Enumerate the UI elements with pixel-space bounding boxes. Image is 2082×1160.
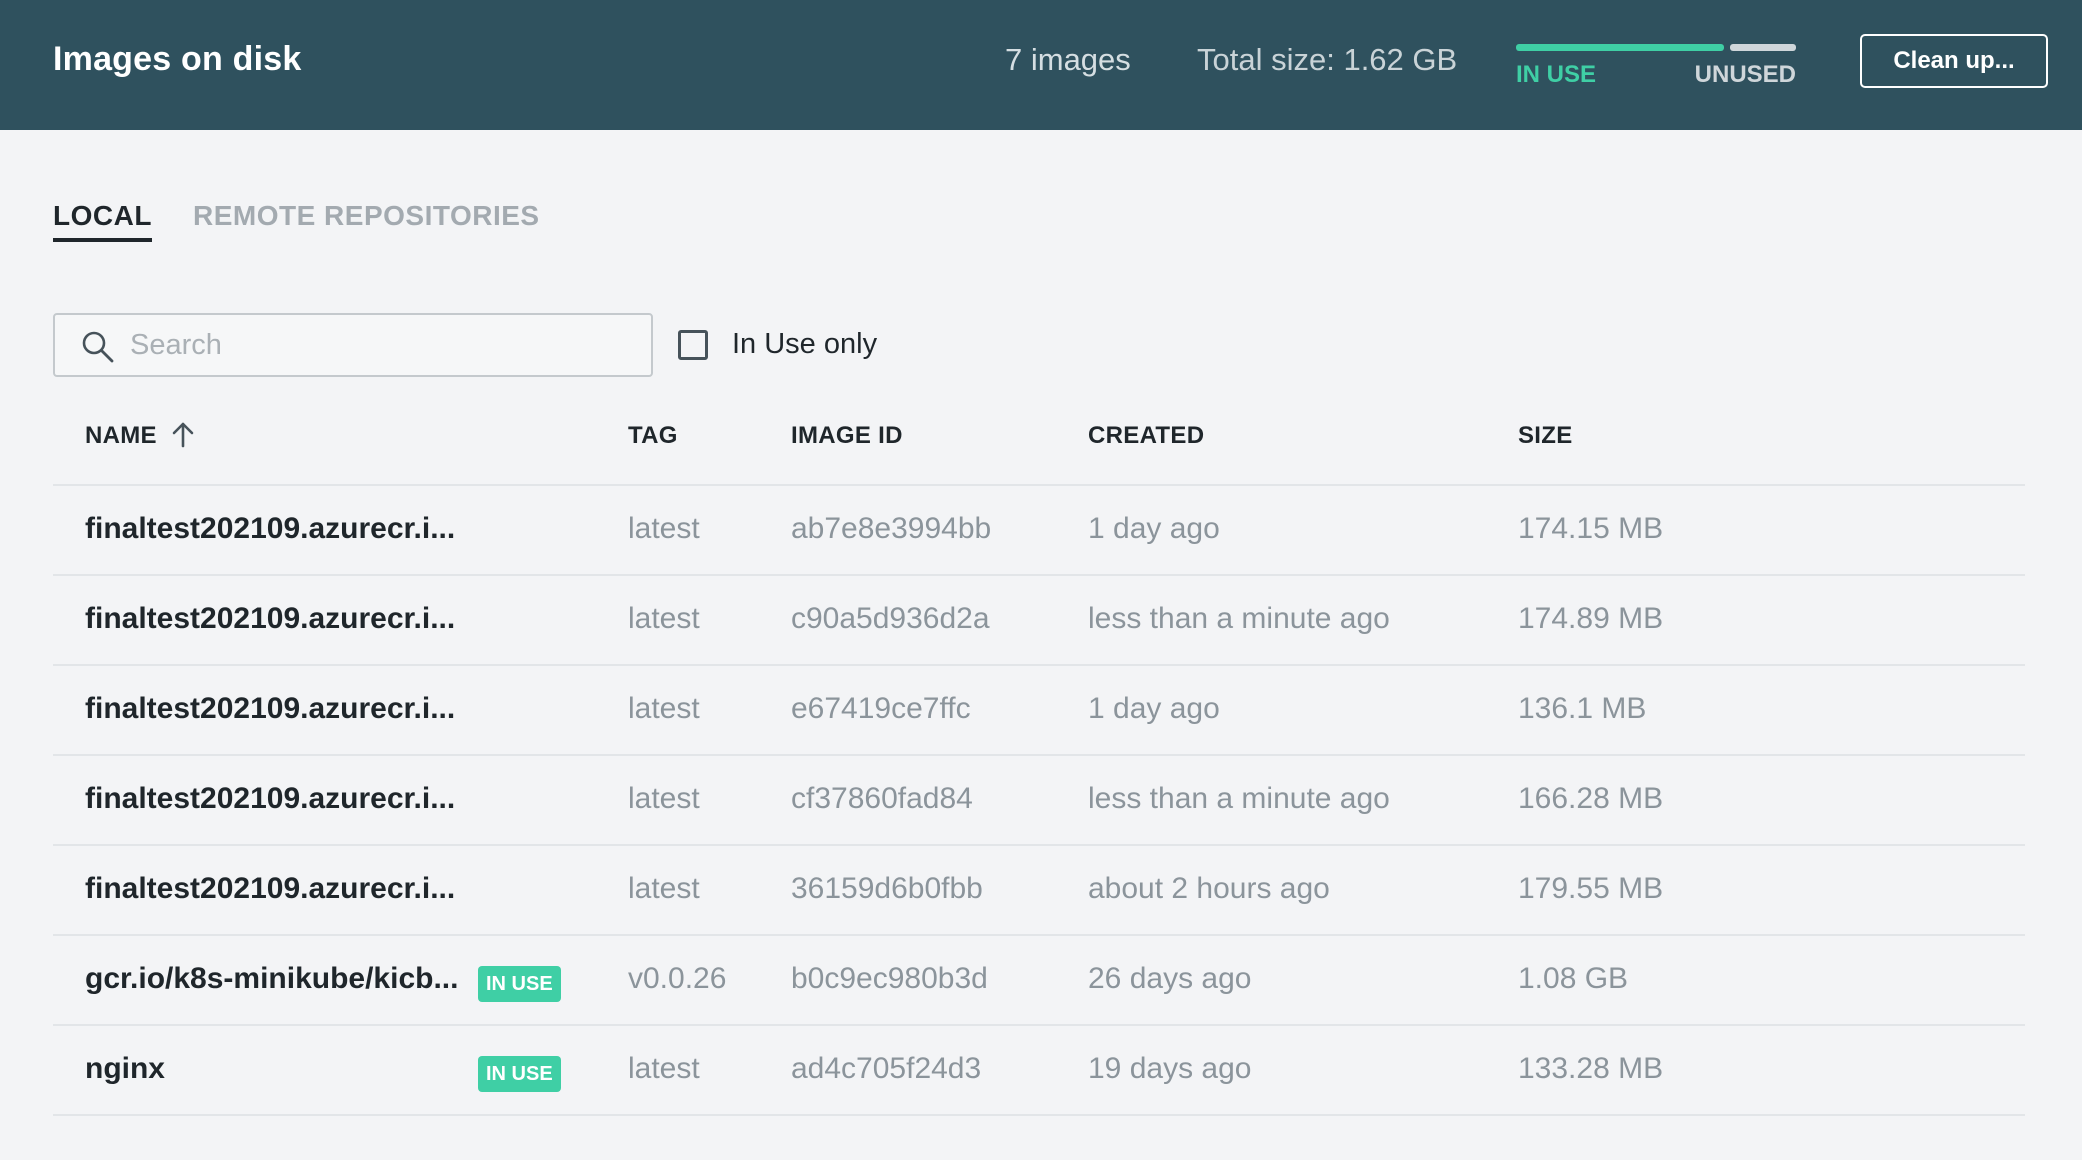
total-size: Total size: 1.62 GB	[1197, 42, 1458, 77]
arrow-up-icon[interactable]	[168, 420, 198, 450]
tab-local[interactable]: LOCAL	[53, 200, 152, 242]
image-created: 19 days ago	[1088, 1052, 1252, 1085]
image-name: finaltest202109.azurecr.i...	[85, 872, 456, 905]
image-size: 133.28 MB	[1518, 1052, 1664, 1085]
image-size: 136.1 MB	[1518, 692, 1647, 725]
image-size: 1.08 GB	[1518, 962, 1629, 995]
disk-usage-meter: IN USE UNUSED	[1516, 44, 1796, 94]
search-icon	[82, 331, 114, 363]
images-table: NAME TAG IMAGE ID CREATED SIZE finaltest…	[53, 400, 2025, 1116]
table-header: NAME TAG IMAGE ID CREATED SIZE	[53, 400, 2025, 486]
in-use-only-label[interactable]: In Use only	[732, 328, 877, 361]
image-id: ab7e8e3994bb	[791, 512, 992, 545]
search-box[interactable]	[53, 313, 653, 377]
image-id: 36159d6b0fbb	[791, 872, 983, 905]
image-tag: latest	[628, 512, 700, 545]
image-created: 1 day ago	[1088, 512, 1220, 545]
image-count: 7 images	[1005, 42, 1131, 77]
image-tag: v0.0.26	[628, 962, 727, 995]
usage-in-use-label: IN USE	[1516, 61, 1597, 88]
table-row[interactable]: finaltest202109.azurecr.i... IN USE late…	[53, 576, 2025, 666]
image-tag: latest	[628, 692, 700, 725]
image-id: b0c9ec980b3d	[791, 962, 988, 995]
header-bar: Images on disk 7 images Total size: 1.62…	[0, 0, 2082, 130]
image-id: cf37860fad84	[791, 782, 973, 815]
image-name: finaltest202109.azurecr.i...	[85, 512, 456, 545]
in-use-only-checkbox[interactable]	[678, 330, 708, 360]
column-header-tag[interactable]: TAG	[628, 422, 678, 450]
image-id: ad4c705f24d3	[791, 1052, 982, 1085]
column-header-size[interactable]: SIZE	[1518, 422, 1573, 450]
image-id: c90a5d936d2a	[791, 602, 990, 635]
column-header-image-id[interactable]: IMAGE ID	[791, 422, 903, 450]
image-name: nginx	[85, 1052, 165, 1085]
usage-bar-unused	[1730, 44, 1796, 51]
usage-bar	[1516, 44, 1796, 51]
table-row[interactable]: finaltest202109.azurecr.i... IN USE late…	[53, 846, 2025, 936]
table-row[interactable]: finaltest202109.azurecr.i... IN USE late…	[53, 756, 2025, 846]
image-name: finaltest202109.azurecr.i...	[85, 692, 456, 725]
clean-up-button[interactable]: Clean up...	[1860, 34, 2048, 88]
tab-remote-repositories[interactable]: REMOTE REPOSITORIES	[193, 200, 540, 232]
table-row[interactable]: gcr.io/k8s-minikube/kicb... IN USE v0.0.…	[53, 936, 2025, 1026]
image-tag: latest	[628, 872, 700, 905]
image-id: e67419ce7ffc	[791, 692, 971, 725]
image-tag: latest	[628, 1052, 700, 1085]
usage-unused-label: UNUSED	[1694, 61, 1796, 88]
image-tag: latest	[628, 782, 700, 815]
in-use-badge: IN USE	[478, 1056, 561, 1092]
image-name: finaltest202109.azurecr.i...	[85, 782, 456, 815]
image-size: 179.55 MB	[1518, 872, 1664, 905]
image-tag: latest	[628, 602, 700, 635]
image-name: finaltest202109.azurecr.i...	[85, 602, 456, 635]
table-row[interactable]: finaltest202109.azurecr.i... IN USE late…	[53, 666, 2025, 756]
table-row[interactable]: finaltest202109.azurecr.i... IN USE late…	[53, 486, 2025, 576]
table-row[interactable]: nginx IN USE latest ad4c705f24d3 19 days…	[53, 1026, 2025, 1116]
image-created: 26 days ago	[1088, 962, 1252, 995]
search-input[interactable]	[130, 323, 630, 367]
image-size: 166.28 MB	[1518, 782, 1664, 815]
image-created: about 2 hours ago	[1088, 872, 1330, 905]
in-use-badge: IN USE	[478, 966, 561, 1002]
usage-bar-in-use	[1516, 44, 1724, 51]
page-title: Images on disk	[53, 40, 302, 78]
image-created: 1 day ago	[1088, 692, 1220, 725]
image-created: less than a minute ago	[1088, 602, 1390, 635]
column-header-name-label: NAME	[85, 422, 157, 449]
column-header-created[interactable]: CREATED	[1088, 422, 1204, 450]
column-header-name[interactable]: NAME	[85, 422, 157, 450]
image-name: gcr.io/k8s-minikube/kicb...	[85, 962, 459, 995]
image-created: less than a minute ago	[1088, 782, 1390, 815]
image-size: 174.89 MB	[1518, 602, 1664, 635]
image-size: 174.15 MB	[1518, 512, 1664, 545]
